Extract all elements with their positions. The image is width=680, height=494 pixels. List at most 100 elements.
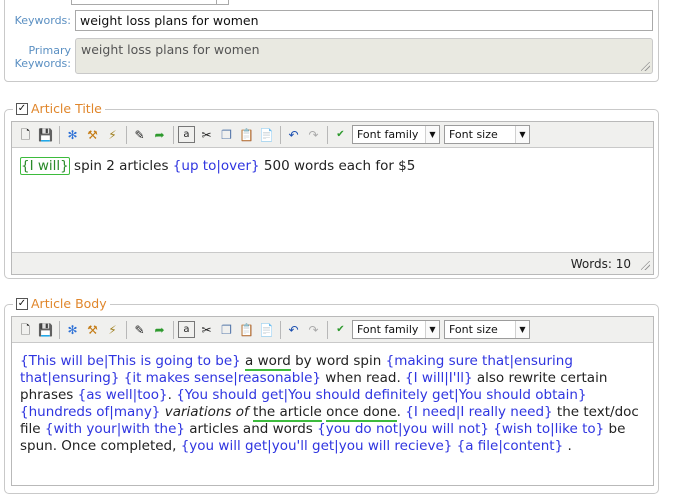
primary-label-line2: Keywords:	[14, 57, 71, 70]
font-family-value: Font family	[357, 323, 419, 336]
font-size-value: Font size	[449, 323, 498, 336]
toolbar-divider	[280, 320, 281, 339]
paste-text-icon[interactable]: 📄	[258, 321, 275, 338]
paste-text-icon[interactable]: 📄	[258, 126, 275, 143]
auto-spin-icon[interactable]: ⚡	[104, 321, 121, 338]
toolbar-divider	[327, 125, 328, 144]
word-count: Words: 10	[570, 257, 631, 271]
grammar-underline-segment: the article	[253, 404, 322, 422]
spellcheck-icon[interactable]: ✔	[332, 126, 349, 143]
spin-syntax-segment: {you will get|you'll get|you will reciev…	[180, 438, 453, 454]
article-title-checkbox[interactable]: ✓	[16, 102, 28, 115]
text-segment: 500 words each for $5	[259, 158, 416, 174]
primary-keywords-label: Primary Keywords:	[7, 44, 71, 70]
save-icon[interactable]: 💾	[37, 126, 54, 143]
copy-icon[interactable]: ❐	[218, 126, 235, 143]
spellcheck-icon[interactable]: ✔	[332, 321, 349, 338]
text-segment: when read.	[321, 370, 406, 386]
keywords-panel: Keywords: weight loss plans for women Pr…	[4, 0, 659, 82]
spin-syntax-segment: {I need|I really need}	[405, 404, 553, 420]
magic-wand-icon[interactable]: ⚒	[84, 321, 101, 338]
resize-grip-icon[interactable]	[641, 62, 650, 71]
toolbar-divider	[173, 125, 174, 144]
primary-keywords-textarea[interactable]: weight loss plans for women	[75, 38, 653, 74]
italic-segment: variations of	[164, 404, 249, 420]
primary-keywords-value: weight loss plans for women	[81, 42, 260, 57]
font-family-value: Font family	[357, 128, 419, 141]
article-body-text[interactable]: {This will be|This is going to be} a wor…	[20, 353, 645, 455]
resize-grip-icon[interactable]	[641, 261, 650, 270]
spin-syntax-segment: {This will be|This is going to be}	[20, 353, 241, 369]
undo-icon[interactable]: ↶	[285, 321, 302, 338]
article-title-statusbar: Words: 10	[12, 252, 653, 274]
toolbar-divider	[59, 125, 60, 144]
spin-icon[interactable]: ✻	[64, 321, 81, 338]
toolbar-divider	[280, 125, 281, 144]
toolbar-divider	[126, 320, 127, 339]
redo-icon[interactable]: ↷	[305, 321, 322, 338]
article-body-legend: ✓ Article Body	[13, 296, 110, 311]
spin-syntax-segment: {You should get|You should definitely ge…	[176, 387, 587, 403]
toolbar-divider	[59, 320, 60, 339]
article-body-legend-label: Article Body	[31, 296, 107, 311]
text-segment: .	[563, 438, 572, 454]
text-segment: .	[167, 387, 177, 403]
chevron-down-icon: ▼	[515, 321, 529, 338]
spin-icon[interactable]: ✻	[64, 126, 81, 143]
font-size-select[interactable]: Font size ▼	[444, 125, 530, 144]
font-size-value: Font size	[449, 128, 498, 141]
selected-spin-segment: {I will}	[20, 157, 70, 175]
keywords-label: Keywords:	[14, 14, 71, 27]
toolbar-divider	[173, 320, 174, 339]
article-title-editor: 🗋 💾 ✻ ⚒ ⚡ ✎ ➦ a ✂ ❐ 📋 📄 ↶ ↷ ✔ Font famil…	[11, 121, 654, 275]
copy-icon[interactable]: ❐	[218, 321, 235, 338]
article-body-editor: 🗋 💾 ✻ ⚒ ⚡ ✎ ➦ a ✂ ❐ 📋 📄 ↶ ↷ ✔ Font famil…	[11, 316, 654, 486]
article-body-toolbar: 🗋 💾 ✻ ⚒ ⚡ ✎ ➦ a ✂ ❐ 📋 📄 ↶ ↷ ✔ Font famil…	[12, 317, 653, 343]
grammar-underline-segment: a word	[245, 353, 291, 371]
edit-icon[interactable]: ✎	[131, 321, 148, 338]
article-title-legend-label: Article Title	[31, 101, 102, 116]
new-document-icon[interactable]: 🗋	[17, 126, 34, 143]
keyword-selector-fragment[interactable]	[71, 0, 229, 5]
font-family-select[interactable]: Font family ▼	[352, 320, 440, 339]
magic-wand-icon[interactable]: ⚒	[84, 126, 101, 143]
undo-icon[interactable]: ↶	[285, 126, 302, 143]
spin-syntax-segment: {a file|content}	[456, 438, 564, 454]
article-title-text[interactable]: {I will} spin 2 articles {up to|over} 50…	[20, 157, 647, 175]
text-segment: spin 2 articles	[69, 158, 173, 174]
cut-icon[interactable]: ✂	[198, 126, 215, 143]
save-icon[interactable]: 💾	[37, 321, 54, 338]
article-body-checkbox[interactable]: ✓	[16, 297, 28, 310]
auto-spin-icon[interactable]: ⚡	[104, 126, 121, 143]
toolbar-divider	[126, 125, 127, 144]
text-segment: articles and words	[184, 421, 318, 437]
chevron-down-icon: ▼	[425, 126, 439, 143]
grammar-underline-segment: once done	[326, 404, 397, 422]
primary-label-line1: Primary	[28, 44, 71, 57]
spin-syntax-segment: {I will|I'll}	[405, 370, 473, 386]
article-title-toolbar: 🗋 💾 ✻ ⚒ ⚡ ✎ ➦ a ✂ ❐ 📋 📄 ↶ ↷ ✔ Font famil…	[12, 122, 653, 148]
cut-icon[interactable]: ✂	[198, 321, 215, 338]
chevron-down-icon: ▼	[425, 321, 439, 338]
spin-syntax-segment: {it makes sense|reasonable}	[123, 370, 322, 386]
text-segment: .	[396, 404, 406, 420]
font-size-select[interactable]: Font size ▼	[444, 320, 530, 339]
edit-icon[interactable]: ✎	[131, 126, 148, 143]
font-family-select[interactable]: Font family ▼	[352, 125, 440, 144]
spin-syntax-segment: {you do not|you will not}	[317, 421, 489, 437]
redo-arrow-icon[interactable]: ➦	[151, 126, 168, 143]
toolbar-divider	[327, 320, 328, 339]
spin-syntax-segment: {as well|too}	[77, 387, 168, 403]
spin-syntax-segment: {wish to|like to}	[493, 421, 605, 437]
select-all-icon[interactable]: a	[178, 126, 195, 143]
paste-icon[interactable]: 📋	[238, 321, 255, 338]
article-title-legend: ✓ Article Title	[13, 101, 105, 116]
redo-arrow-icon[interactable]: ➦	[151, 321, 168, 338]
new-document-icon[interactable]: 🗋	[17, 321, 34, 338]
select-all-icon[interactable]: a	[178, 321, 195, 338]
redo-icon[interactable]: ↷	[305, 126, 322, 143]
chevron-down-icon: ▼	[515, 126, 529, 143]
text-segment: by word spin	[290, 353, 386, 369]
paste-icon[interactable]: 📋	[238, 126, 255, 143]
keywords-input[interactable]: weight loss plans for women	[75, 10, 653, 31]
